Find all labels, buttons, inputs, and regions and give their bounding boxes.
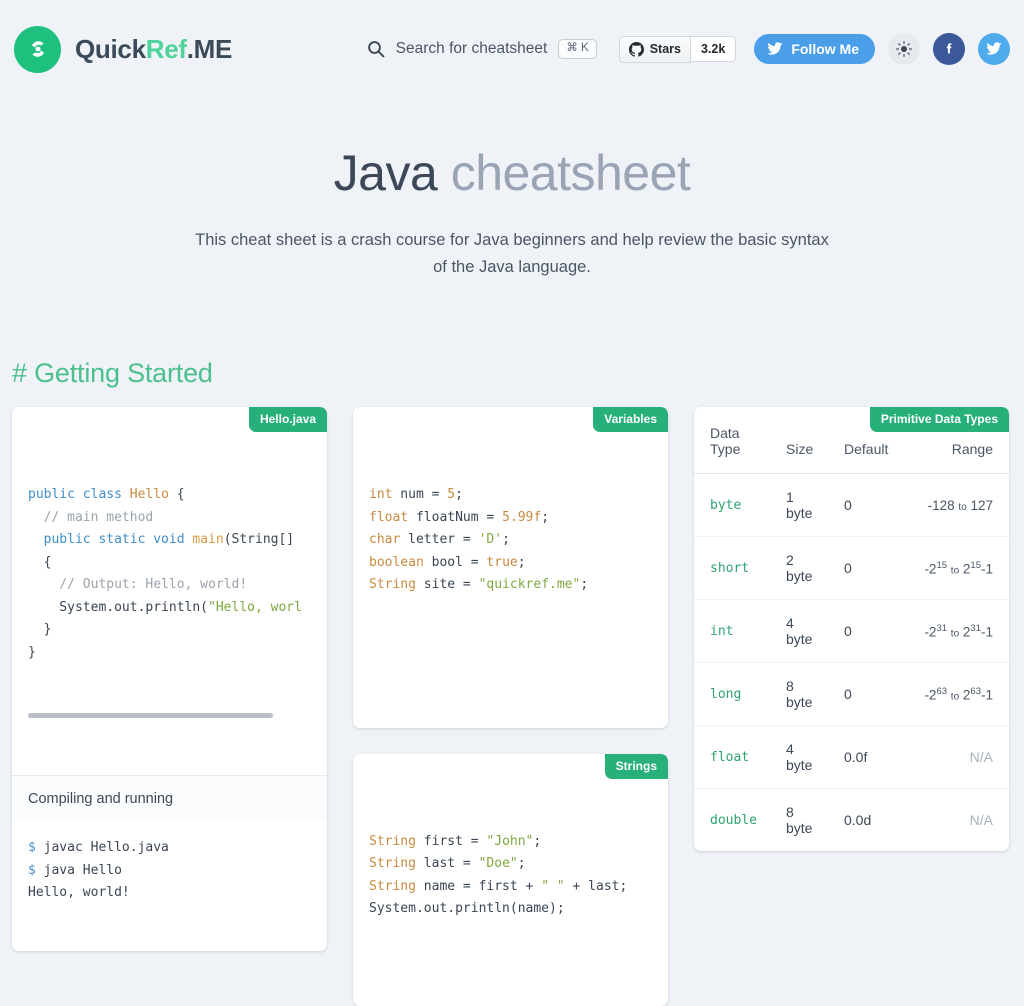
card-strings: Strings String first = "John"; String la… (353, 754, 668, 1006)
cell-data-type: byte (694, 474, 778, 537)
cell-data-type: short (694, 537, 778, 600)
cell-size: 8byte (778, 663, 836, 726)
card-tag: Strings (605, 754, 668, 779)
cell-size: 4byte (778, 726, 836, 789)
card-tag: Primitive Data Types (870, 407, 1009, 432)
page-title-primary: Java (334, 145, 438, 201)
cell-range: -128 to 127 (910, 474, 1009, 537)
github-icon (629, 42, 644, 57)
cell-default: 0.0f (836, 726, 910, 789)
page-description: This cheat sheet is a crash course for J… (192, 227, 832, 280)
search-shortcut-badge: ⌘ K (558, 39, 596, 60)
header-actions: Search for cheatsheet ⌘ K Stars 3.2k Fol… (367, 33, 1010, 65)
cell-range: N/A (910, 726, 1009, 789)
search-input[interactable]: Search for cheatsheet ⌘ K (367, 39, 597, 60)
search-icon (367, 40, 385, 58)
column-header-size: Size (778, 407, 836, 474)
cell-size: 2byte (778, 537, 836, 600)
code-block-hello[interactable]: public class Hello { // main method publ… (12, 407, 327, 775)
card-hello-java: Hello.java public class Hello { // main … (12, 407, 327, 951)
table-body: byte1byte0-128 to 127short2byte0-215 to … (694, 474, 1009, 852)
code-block-strings[interactable]: String first = "John"; String last = "Do… (353, 754, 668, 1006)
card-variables: Variables int num = 5; float floatNum = … (353, 407, 668, 728)
cards-grid: Hello.java public class Hello { // main … (0, 389, 1024, 1006)
table-row: long8byte0-263 to 263-1 (694, 663, 1009, 726)
primitive-types-table: Data Type Size Default Range byte1byte0-… (694, 407, 1009, 851)
brand-name: QuickRef.ME (75, 34, 232, 65)
github-stars-label: Stars (650, 42, 681, 56)
brand-part-me: .ME (187, 34, 232, 64)
cell-data-type: double (694, 789, 778, 852)
github-stars-button[interactable]: Stars (619, 36, 691, 63)
facebook-icon (941, 41, 957, 57)
table-row: short2byte0-215 to 215-1 (694, 537, 1009, 600)
search-placeholder: Search for cheatsheet (396, 40, 548, 58)
follow-me-label: Follow Me (791, 41, 859, 57)
brand-part-quick: Quick (75, 34, 146, 64)
twitter-icon (986, 42, 1002, 56)
facebook-share-button[interactable] (933, 33, 965, 65)
table-row: float4byte0.0fN/A (694, 726, 1009, 789)
cell-default: 0 (836, 663, 910, 726)
cell-size: 8byte (778, 789, 836, 852)
page-hero: Java cheatsheet This cheat sheet is a cr… (0, 98, 1024, 280)
cell-default: 0 (836, 600, 910, 663)
cell-range: -263 to 263-1 (910, 663, 1009, 726)
brand-part-ref: Ref (146, 34, 187, 64)
cell-default: 0 (836, 474, 910, 537)
page-title-secondary: cheatsheet (451, 145, 691, 201)
code-content: String first = "John"; String last = "Do… (369, 831, 652, 921)
github-stars-count[interactable]: 3.2k (691, 36, 736, 62)
card-tag: Hello.java (249, 407, 327, 432)
shell-content: $ javac Hello.java $ java Hello Hello, w… (28, 837, 311, 905)
cell-range: N/A (910, 789, 1009, 852)
site-header: QuickRef.ME Search for cheatsheet ⌘ K St… (0, 0, 1024, 98)
card-tag: Variables (593, 407, 668, 432)
twitter-share-button[interactable] (978, 33, 1010, 65)
cell-default: 0 (836, 537, 910, 600)
grid-column-1: Hello.java public class Hello { // main … (12, 407, 327, 951)
twitter-icon (767, 42, 783, 56)
table-row: byte1byte0-128 to 127 (694, 474, 1009, 537)
cell-data-type: long (694, 663, 778, 726)
cell-default: 0.0d (836, 789, 910, 852)
shell-block: $ javac Hello.java $ java Hello Hello, w… (12, 821, 327, 951)
cell-range: -215 to 215-1 (910, 537, 1009, 600)
follow-me-button[interactable]: Follow Me (754, 34, 875, 64)
horizontal-scrollbar[interactable] (28, 713, 273, 718)
grid-column-3: Primitive Data Types Data Type Size Defa… (694, 407, 1009, 851)
grid-column-2: Variables int num = 5; float floatNum = … (353, 407, 668, 1006)
theme-toggle-button[interactable] (888, 33, 920, 65)
cell-size: 4byte (778, 600, 836, 663)
section-heading-getting-started: # Getting Started (12, 358, 1024, 389)
cell-data-type: float (694, 726, 778, 789)
page-title: Java cheatsheet (0, 146, 1024, 201)
card-primitive-data-types: Primitive Data Types Data Type Size Defa… (694, 407, 1009, 851)
code-block-variables[interactable]: int num = 5; float floatNum = 5.99f; cha… (353, 407, 668, 728)
code-content: int num = 5; float floatNum = 5.99f; cha… (369, 484, 652, 597)
cell-range: -231 to 231-1 (910, 600, 1009, 663)
sun-icon (896, 41, 912, 57)
column-header-data-type: Data Type (694, 407, 778, 474)
table-row: double8byte0.0dN/A (694, 789, 1009, 852)
brand-logo[interactable]: QuickRef.ME (14, 26, 232, 73)
cell-data-type: int (694, 600, 778, 663)
table-row: int4byte0-231 to 231-1 (694, 600, 1009, 663)
cell-size: 1byte (778, 474, 836, 537)
quickref-logo-icon (14, 26, 61, 73)
code-content: public class Hello { // main method publ… (28, 484, 311, 664)
card-subheading: Compiling and running (12, 776, 327, 821)
github-stars[interactable]: Stars 3.2k (619, 36, 737, 63)
